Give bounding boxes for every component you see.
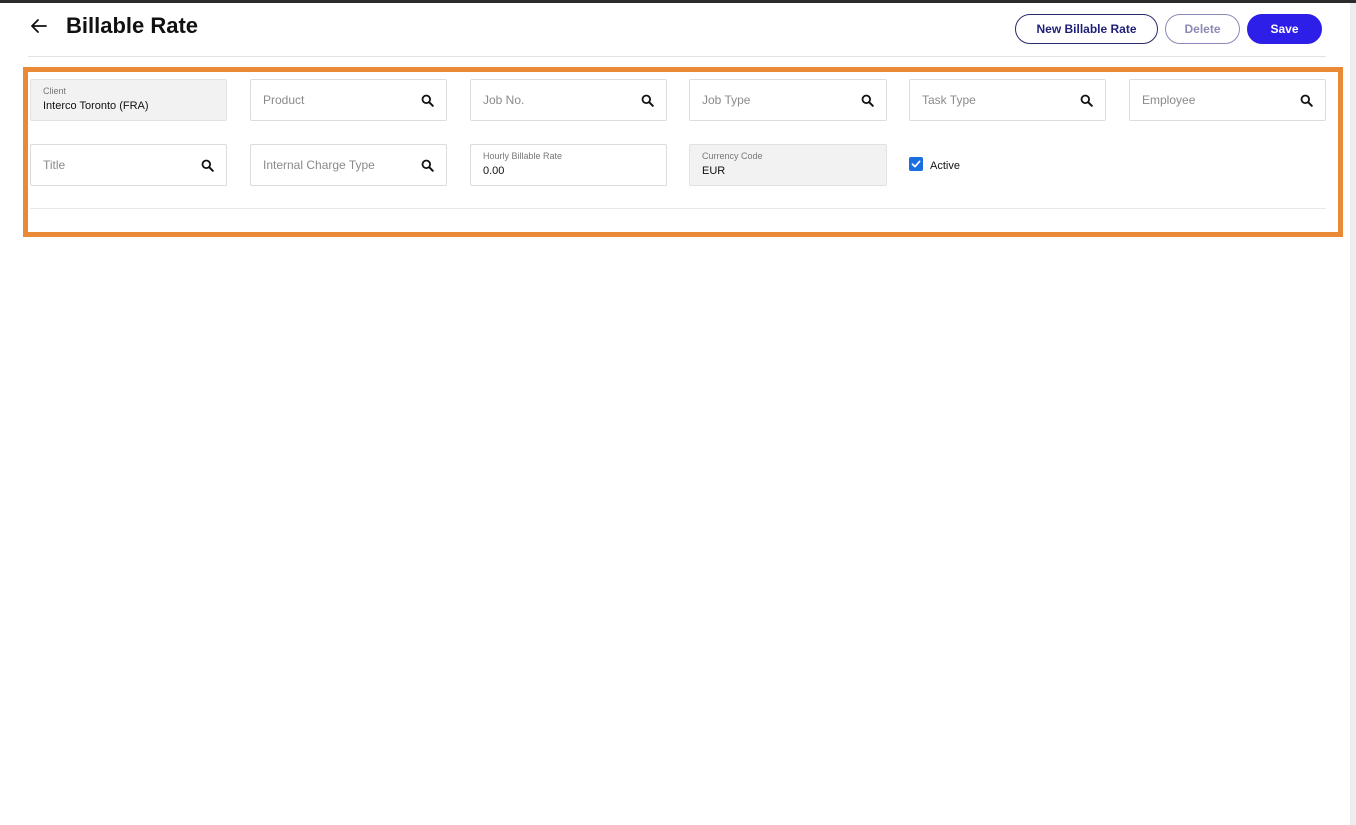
client-label: Client: [43, 86, 67, 96]
search-icon[interactable]: [1300, 94, 1313, 107]
search-icon[interactable]: [421, 159, 434, 172]
search-icon[interactable]: [861, 94, 874, 107]
currency-code-label: Currency Code: [702, 151, 763, 161]
job-no-field[interactable]: Job No.: [470, 79, 667, 121]
internal-charge-type-placeholder: Internal Charge Type: [263, 158, 375, 172]
employee-placeholder: Employee: [1142, 93, 1196, 107]
product-field[interactable]: Product: [250, 79, 447, 121]
search-icon[interactable]: [421, 94, 434, 107]
task-type-placeholder: Task Type: [922, 93, 976, 107]
search-icon[interactable]: [1080, 94, 1093, 107]
active-checkbox[interactable]: [909, 157, 923, 171]
search-icon[interactable]: [201, 159, 214, 172]
hourly-billable-rate-field[interactable]: Hourly Billable Rate 0.00: [470, 144, 667, 186]
client-field[interactable]: Client Interco Toronto (FRA): [30, 79, 227, 121]
form-divider: [30, 208, 1326, 209]
active-checkbox-group[interactable]: Active: [909, 155, 960, 173]
hourly-billable-rate-label: Hourly Billable Rate: [483, 151, 563, 161]
delete-button[interactable]: Delete: [1165, 14, 1240, 44]
job-type-placeholder: Job Type: [702, 93, 751, 107]
page-header: Billable Rate New Billable Rate Delete S…: [28, 3, 1326, 57]
job-type-field[interactable]: Job Type: [689, 79, 887, 121]
save-button[interactable]: Save: [1247, 14, 1322, 44]
hourly-billable-rate-value: 0.00: [483, 165, 505, 177]
checkmark-icon: [911, 160, 921, 168]
currency-code-value: EUR: [702, 165, 726, 177]
active-label: Active: [930, 160, 960, 172]
job-no-placeholder: Job No.: [483, 93, 525, 107]
currency-code-field: Currency Code EUR: [689, 144, 887, 186]
title-field[interactable]: Title: [30, 144, 227, 186]
search-icon[interactable]: [641, 94, 654, 107]
title-placeholder: Title: [43, 158, 66, 172]
product-placeholder: Product: [263, 93, 305, 107]
internal-charge-type-field[interactable]: Internal Charge Type: [250, 144, 447, 186]
employee-field[interactable]: Employee: [1129, 79, 1326, 121]
scrollbar[interactable]: [1350, 3, 1356, 825]
back-arrow-icon[interactable]: [28, 15, 50, 37]
new-billable-rate-button[interactable]: New Billable Rate: [1015, 14, 1158, 44]
page-title: Billable Rate: [66, 13, 199, 38]
task-type-field[interactable]: Task Type: [909, 79, 1106, 121]
client-value: Interco Toronto (FRA): [43, 100, 149, 112]
